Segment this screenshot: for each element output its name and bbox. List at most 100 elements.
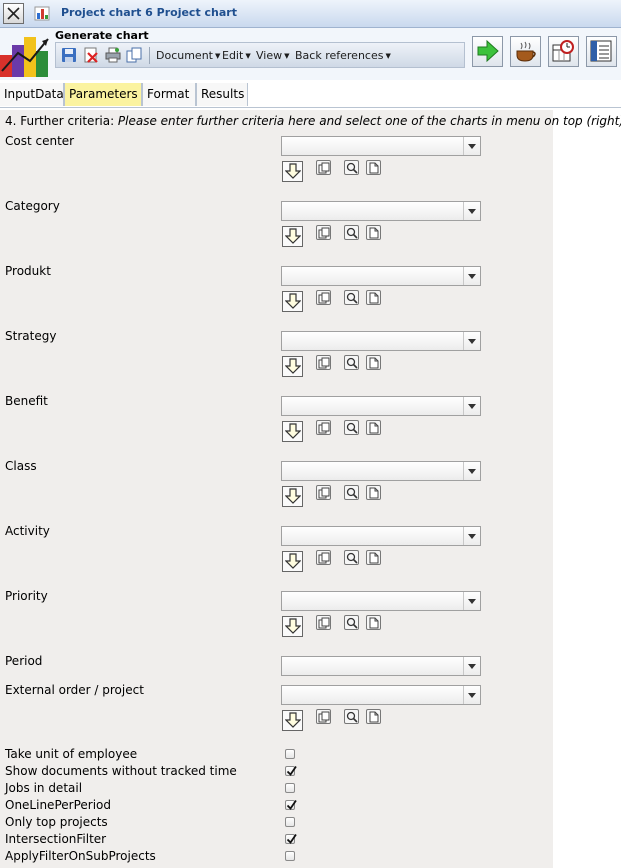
copy-values-icon[interactable]: [316, 550, 331, 565]
dropdown-arrow[interactable]: [463, 527, 480, 545]
search-icon[interactable]: [344, 160, 359, 175]
document-icon[interactable]: [366, 550, 381, 565]
add-value-button[interactable]: [282, 161, 303, 182]
copy-values-icon[interactable]: [316, 290, 331, 305]
search-icon[interactable]: [344, 709, 359, 724]
list-button[interactable]: [586, 36, 617, 67]
copy-values-icon[interactable]: [316, 709, 331, 724]
cost-center-select[interactable]: [281, 136, 481, 156]
produkt-label: Produkt: [5, 264, 51, 278]
copy-values-icon[interactable]: [316, 355, 331, 370]
schedule-button[interactable]: [548, 36, 579, 67]
dropdown-arrow[interactable]: [463, 267, 480, 285]
dropdown-arrow[interactable]: [463, 137, 480, 155]
arrow-down-icon: [285, 488, 301, 504]
add-value-button[interactable]: [282, 291, 303, 312]
tab-inputdata[interactable]: InputData: [0, 83, 64, 106]
dropdown-arrow[interactable]: [463, 592, 480, 610]
only-top-projects-checkbox[interactable]: [285, 817, 295, 827]
toolbar-separator: [149, 47, 150, 64]
search-icon[interactable]: [344, 290, 359, 305]
priority-select[interactable]: [281, 591, 481, 611]
class-select[interactable]: [281, 461, 481, 481]
jobs-in-detail-checkbox[interactable]: [285, 783, 295, 793]
add-value-button[interactable]: [282, 710, 303, 731]
chevron-down-icon: [468, 469, 476, 474]
close-button[interactable]: [3, 3, 24, 24]
strategy-label: Strategy: [5, 329, 57, 343]
window-titlebar: Project chart 6 Project chart: [0, 0, 621, 28]
search-icon[interactable]: [344, 225, 359, 240]
menu-document[interactable]: Document ▼: [156, 49, 220, 62]
window-title: Project chart 6 Project chart: [61, 6, 237, 19]
only-top-projects-label: Only top projects: [5, 815, 108, 829]
document-icon[interactable]: [366, 225, 381, 240]
document-icon[interactable]: [366, 355, 381, 370]
copy-values-icon[interactable]: [316, 225, 331, 240]
show-documents-without-tracked-time-checkbox[interactable]: [285, 765, 297, 776]
document-icon[interactable]: [366, 290, 381, 305]
document-icon[interactable]: [366, 160, 381, 175]
category-label: Category: [5, 199, 60, 213]
search-icon[interactable]: [344, 550, 359, 565]
category-select[interactable]: [281, 201, 481, 221]
benefit-select[interactable]: [281, 396, 481, 416]
add-value-button[interactable]: [282, 356, 303, 377]
close-icon: [7, 7, 20, 20]
criteria-heading: 4. Further criteria: Please enter furthe…: [5, 114, 621, 128]
chevron-down-icon: [468, 144, 476, 149]
delete-icon[interactable]: [83, 47, 99, 63]
document-icon[interactable]: [366, 615, 381, 630]
intersectionfilter-checkbox[interactable]: [285, 833, 297, 844]
chevron-down-icon: [468, 599, 476, 604]
run-button[interactable]: [472, 36, 503, 67]
dropdown-arrow[interactable]: [463, 462, 480, 480]
dropdown-arrow[interactable]: [463, 657, 480, 675]
copy-values-icon[interactable]: [316, 160, 331, 175]
copy-icon[interactable]: [126, 47, 142, 63]
take-unit-of-employee-checkbox[interactable]: [285, 749, 295, 759]
applyfilteronsubprojects-checkbox[interactable]: [285, 851, 295, 861]
dropdown-arrow[interactable]: [463, 686, 480, 704]
chevron-down-icon: [468, 339, 476, 344]
dropdown-arrow[interactable]: [463, 202, 480, 220]
document-icon[interactable]: [366, 420, 381, 435]
menu-view[interactable]: View ▼: [256, 49, 290, 62]
chevron-down-icon: ▼: [284, 52, 290, 60]
onelineperperiod-label: OneLinePerPeriod: [5, 798, 111, 812]
produkt-select[interactable]: [281, 266, 481, 286]
arrow-down-icon: [285, 228, 301, 244]
menu-back-references[interactable]: Back references ▼: [295, 49, 391, 62]
add-value-button[interactable]: [282, 486, 303, 507]
search-icon[interactable]: [344, 355, 359, 370]
chart-icon: [34, 6, 50, 21]
dropdown-arrow[interactable]: [463, 397, 480, 415]
document-icon[interactable]: [366, 709, 381, 724]
add-value-button[interactable]: [282, 421, 303, 442]
copy-values-icon[interactable]: [316, 420, 331, 435]
tab-format[interactable]: Format: [142, 83, 196, 106]
dropdown-arrow[interactable]: [463, 332, 480, 350]
period-select[interactable]: [281, 656, 481, 676]
tab-parameters[interactable]: Parameters: [64, 83, 142, 106]
search-icon[interactable]: [344, 420, 359, 435]
search-icon[interactable]: [344, 615, 359, 630]
cost-center-label: Cost center: [5, 134, 75, 148]
save-icon[interactable]: [61, 47, 77, 63]
copy-values-icon[interactable]: [316, 485, 331, 500]
tab-results[interactable]: Results: [196, 83, 248, 106]
menu-edit[interactable]: Edit ▼: [222, 49, 251, 62]
strategy-select[interactable]: [281, 331, 481, 351]
external-order-project-select[interactable]: [281, 685, 481, 705]
add-value-button[interactable]: [282, 226, 303, 247]
activity-select[interactable]: [281, 526, 481, 546]
search-icon[interactable]: [344, 485, 359, 500]
coffee-button[interactable]: [510, 36, 541, 67]
copy-values-icon[interactable]: [316, 615, 331, 630]
add-value-button[interactable]: [282, 551, 303, 572]
add-value-button[interactable]: [282, 616, 303, 637]
onelineperperiod-checkbox[interactable]: [285, 799, 297, 810]
document-icon[interactable]: [366, 485, 381, 500]
tab-bar: InputData Parameters Format Results: [0, 83, 621, 108]
print-icon[interactable]: [105, 47, 121, 63]
